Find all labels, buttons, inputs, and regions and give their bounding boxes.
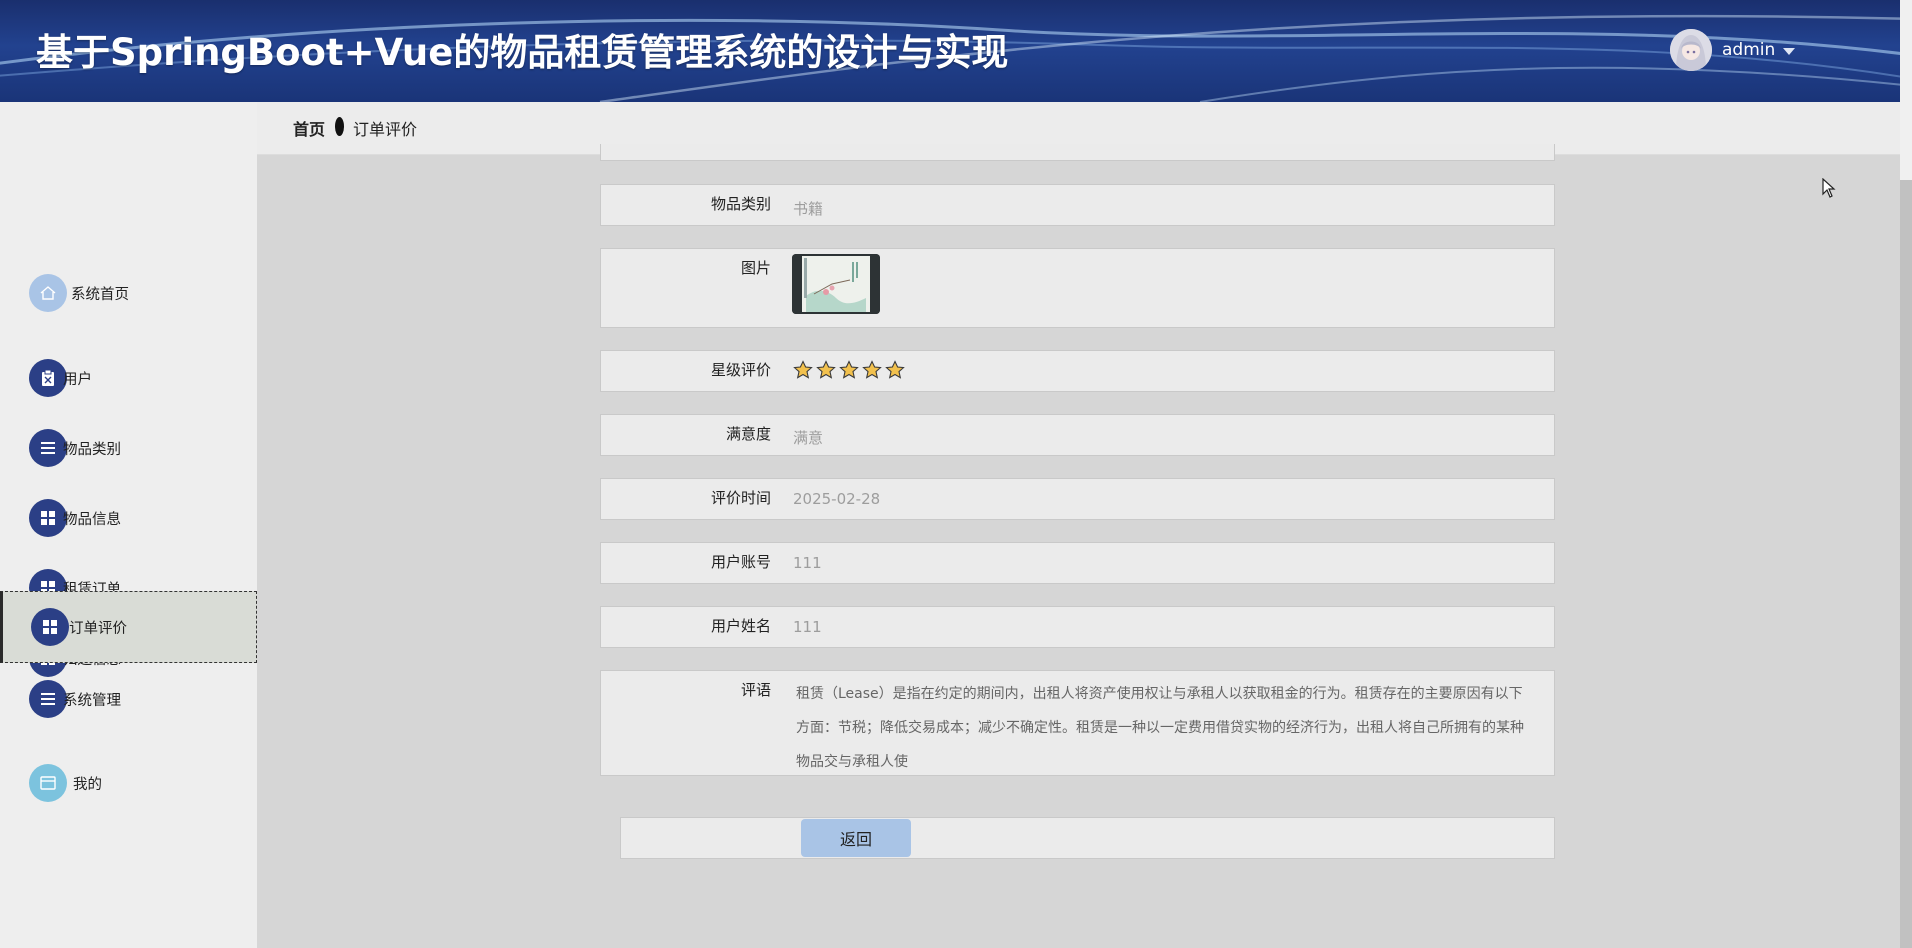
home-icon [29,274,67,312]
sidebar-item-users[interactable]: 用户 [0,343,257,413]
star-icon [816,360,836,379]
back-button[interactable]: 返回 [801,819,911,857]
form-row-user-name: 用户姓名 111 [600,606,1555,648]
form-row-user-account: 用户账号 111 [600,542,1555,584]
user-account-label: 用户账号 [710,553,771,571]
category-label: 物品类别 [710,195,771,213]
sidebar-item-home[interactable]: 系统首页 [0,258,257,328]
rating-label: 星级评价 [710,361,771,379]
window-icon [29,764,67,802]
user-name-label: 用户姓名 [710,617,771,635]
grid-icon [31,608,69,646]
image-label: 图片 [740,259,771,277]
list-icon [29,680,67,718]
avatar[interactable] [1670,29,1712,71]
user-clipboard-icon [29,359,67,397]
item-image[interactable] [792,254,880,314]
app-title: 基于SpringBoot+Vue的物品租赁管理系统的设计与实现 [36,31,1009,74]
form-row-image: 图片 [600,248,1555,328]
sidebar-item-label: 系统首页 [71,286,129,303]
category-value: 书籍 [793,200,824,218]
sidebar-item-label: 物品信息 [63,511,121,528]
avatar-image-icon [1670,29,1712,71]
star-icon [885,360,905,379]
sidebar-item-label: 系统管理 [63,692,121,709]
comment-label: 评语 [740,681,771,699]
mouse-cursor-icon [1822,178,1836,198]
sidebar-item-item-category[interactable]: 物品类别 [0,413,257,483]
sidebar-item-label: 订单评价 [69,620,127,637]
username[interactable]: admin [1722,40,1775,60]
scrollbar-thumb[interactable] [1900,180,1912,948]
form-row-rating: 星级评价 [600,350,1555,392]
comment-value: 租赁（Lease）是指在约定的期间内，出租人将资产使用权让与承租人以获取租金的行… [796,686,1524,770]
sidebar-item-order-reviews[interactable]: 订单评价 [0,591,257,663]
satisfaction-label: 满意度 [725,425,771,443]
list-icon [29,429,67,467]
breadcrumb-home[interactable]: 首页 [293,116,325,140]
breadcrumb-separator-icon [335,117,344,136]
review-time-value: 2025-02-28 [793,490,881,508]
form-row-review-time: 评价时间 2025-02-28 [600,478,1555,520]
star-icon [839,360,859,379]
star-icon [862,360,882,379]
sidebar-item-label: 我的 [73,776,102,793]
app-header: 基于SpringBoot+Vue的物品租赁管理系统的设计与实现 admin [0,0,1900,102]
sidebar-item-label: 物品类别 [63,441,121,458]
book-cover-image-icon [792,254,880,314]
sidebar-item-mine[interactable]: 我的 [0,748,257,818]
sidebar: 系统首页 用户 物品类别 物品信息 租赁订单 归还信息 订单评价 [0,102,257,948]
sidebar-item-label: 用户 [63,371,92,388]
form-row-satisfaction: 满意度 满意 [600,414,1555,456]
user-account-value: 111 [793,554,822,572]
breadcrumb-current: 订单评价 [353,120,418,139]
user-name-value: 111 [793,618,822,636]
review-time-label: 评价时间 [710,489,771,507]
star-icon [793,360,813,379]
form-actions: 返回 [620,817,1555,859]
chevron-down-icon[interactable] [1783,47,1796,55]
star-rating [793,360,905,380]
satisfaction-value: 满意 [793,429,824,447]
form-row-comment: 评语 租赁（Lease）是指在约定的期间内，出租人将资产使用权让与承租人以获取租… [600,670,1555,776]
form-row-clipped [600,144,1555,161]
sidebar-item-item-info[interactable]: 物品信息 [0,483,257,553]
form-row-category: 物品类别 书籍 [600,184,1555,226]
user-menu[interactable]: admin [1670,29,1796,71]
grid-icon [29,499,67,537]
sidebar-item-system-management[interactable]: 系统管理 [0,664,257,734]
